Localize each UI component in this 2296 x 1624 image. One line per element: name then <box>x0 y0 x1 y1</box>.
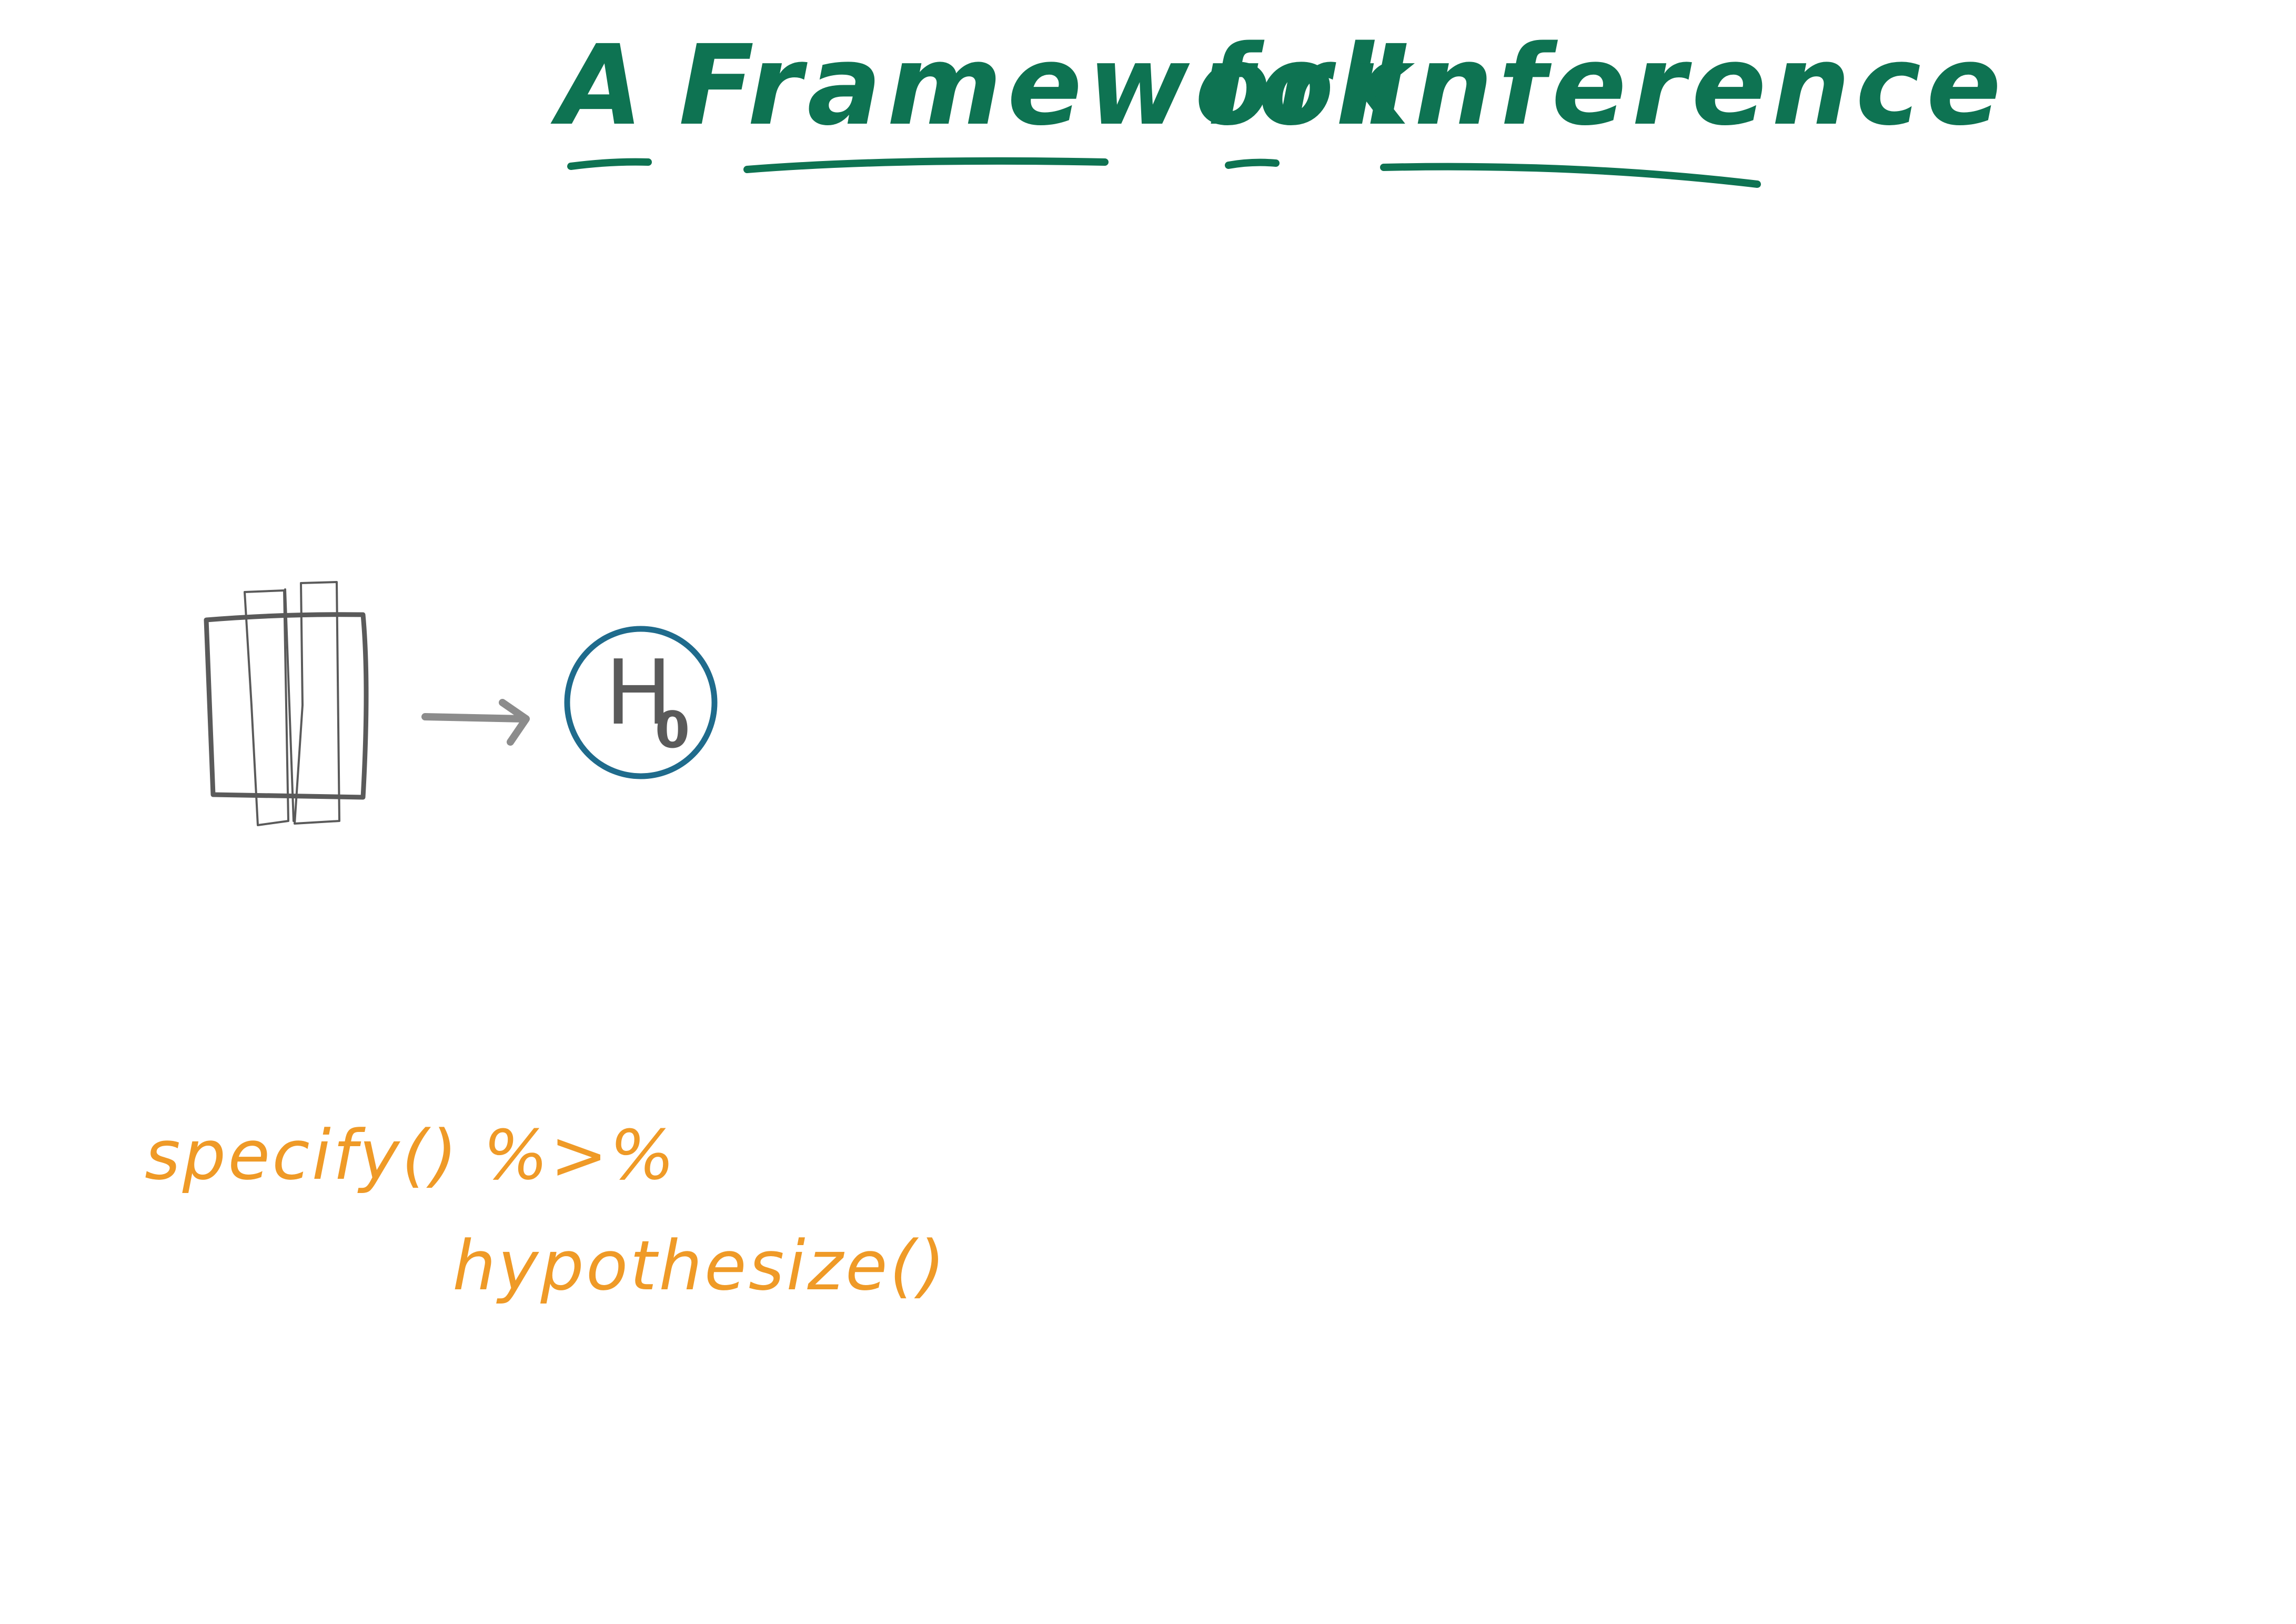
data-table-column-2 <box>294 581 340 825</box>
underline-inference <box>1380 163 1761 188</box>
data-table-column-1 <box>244 589 289 826</box>
hypothesis-node: H 0 <box>564 626 718 779</box>
arrow-shaft <box>421 713 527 723</box>
title: A Framework for Inference <box>550 21 2007 188</box>
underline-for <box>1225 158 1280 169</box>
data-table-icon <box>204 581 369 826</box>
whiteboard-canvas: A Framework for Inference H 0 specify() … <box>145 21 2007 1306</box>
code-line-specify: specify() %>% <box>145 1115 677 1195</box>
underline-a <box>567 158 652 170</box>
hypothesis-subscript: 0 <box>655 701 690 759</box>
code-line-hypothesize: hypothesize() <box>452 1226 947 1306</box>
underline-framework <box>743 157 1109 173</box>
title-word-inference: Inference <box>1368 21 2007 150</box>
title-word-a: A <box>550 21 649 150</box>
arrow-to-hypothesis <box>421 699 530 746</box>
code-snippet: specify() %>% hypothesize() <box>145 1115 947 1306</box>
